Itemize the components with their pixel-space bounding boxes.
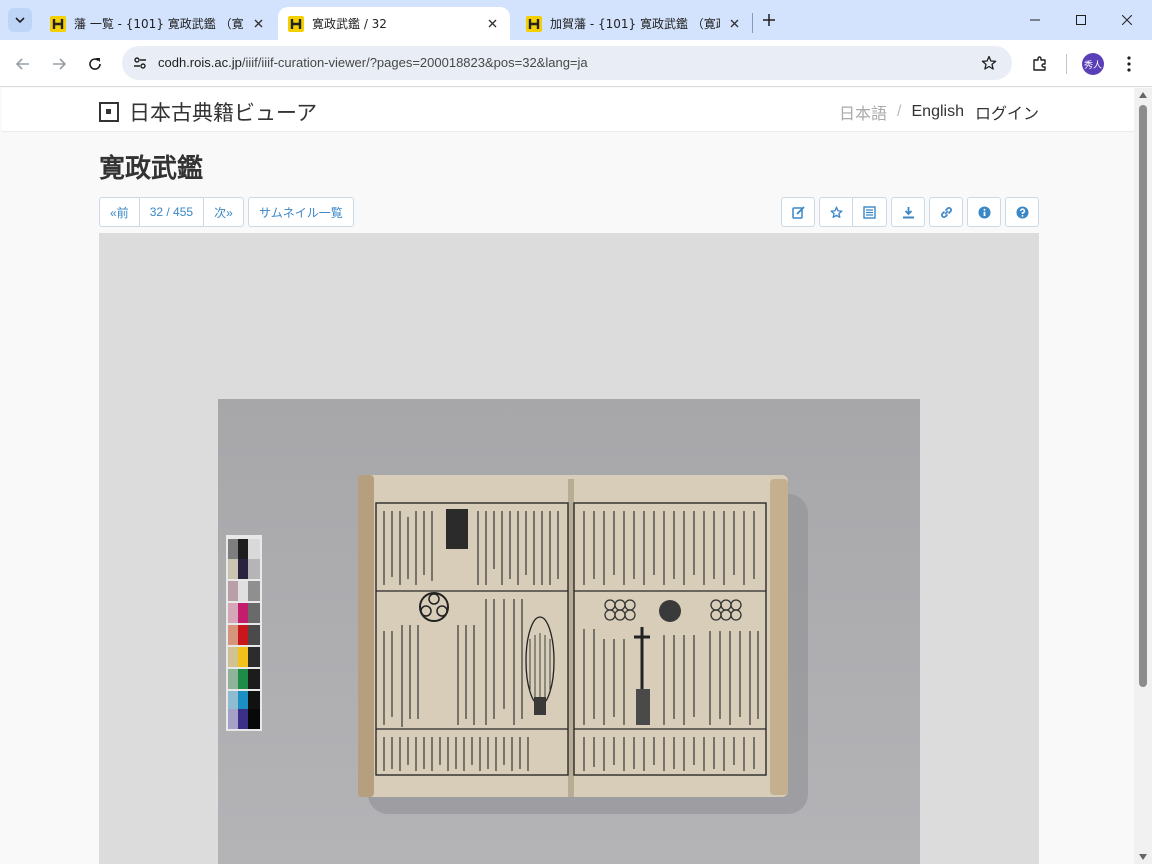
bookmark-button[interactable]: [978, 52, 1000, 74]
thumbnail-list-button[interactable]: サムネイル一覧: [248, 197, 354, 227]
site-brand-link[interactable]: 日本古典籍ビューア: [99, 97, 317, 127]
url-text: codh.rois.ac.jp/iiif/iiif-curation-viewe…: [158, 55, 588, 70]
book-photograph: [218, 399, 920, 864]
link-icon: [940, 206, 952, 218]
avatar: 秀人: [1082, 53, 1104, 75]
more-vertical-icon: [1127, 56, 1131, 72]
star-outline-icon: [829, 206, 843, 218]
toolbar-divider: [1066, 54, 1067, 74]
image-viewer[interactable]: [99, 233, 1039, 864]
star-outline-icon: [981, 55, 997, 70]
help-icon: [1016, 206, 1028, 218]
thumbnail-group: サムネイル一覧: [248, 197, 354, 227]
tab-kaga-han[interactable]: 加賀藩 - {101} 寛政武鑑 （寛政: [516, 7, 752, 40]
tab-title: 藩 一覧 - {101} 寛政武鑑 （寛政: [74, 17, 244, 31]
edit-icon: [791, 205, 805, 219]
viewer-logo-icon: [99, 102, 119, 122]
list-icon: [863, 205, 876, 219]
close-icon: [1122, 15, 1132, 25]
download-icon: [902, 206, 914, 218]
tab-han-list[interactable]: 藩 一覧 - {101} 寛政武鑑 （寛政: [40, 7, 276, 40]
back-button[interactable]: [9, 50, 37, 78]
site-favicon-icon: [288, 15, 304, 32]
plus-icon: [763, 14, 775, 26]
color-checker-chart: [226, 535, 262, 731]
page-indicator[interactable]: 32 / 455: [139, 197, 205, 227]
edit-button[interactable]: [781, 197, 815, 227]
close-window-button[interactable]: [1104, 0, 1150, 40]
tune-icon: [134, 57, 146, 69]
maximize-button[interactable]: [1058, 0, 1104, 40]
arrow-left-icon: [15, 58, 29, 70]
url-path: /iiif/iiif-curation-viewer/?pages=200018…: [241, 55, 588, 70]
url-host: codh.rois.ac.jp: [158, 55, 242, 70]
site-brand-name: 日本古典籍ビューア: [129, 102, 318, 125]
minimize-button[interactable]: [1012, 0, 1058, 40]
viewer-tools: [781, 197, 1039, 227]
scroll-up-arrow[interactable]: [1139, 92, 1147, 98]
scrollbar-thumb[interactable]: [1139, 105, 1147, 687]
site-nav-links: 日本語 / English ログイン: [839, 100, 1039, 124]
site-info-button[interactable]: [128, 51, 152, 75]
login-link[interactable]: ログイン: [975, 100, 1039, 124]
browser-toolbar: codh.rois.ac.jp/iiif/iiif-curation-viewe…: [0, 40, 1152, 87]
reload-icon: [89, 58, 101, 70]
puzzle-icon: [1033, 56, 1046, 71]
info-icon: [978, 206, 990, 218]
scroll-down-arrow[interactable]: [1139, 854, 1147, 860]
close-icon[interactable]: [484, 16, 500, 32]
maximize-icon: [1076, 15, 1086, 25]
info-button[interactable]: [967, 197, 1001, 227]
reload-button[interactable]: [81, 50, 109, 78]
close-icon[interactable]: [726, 16, 742, 32]
tab-title: 加賀藩 - {101} 寛政武鑑 （寛政: [550, 17, 720, 31]
favorite-button[interactable]: [819, 197, 853, 227]
lang-separator: /: [897, 103, 902, 120]
list-button[interactable]: [853, 197, 887, 227]
page-title: 寛政武鑑: [99, 153, 204, 183]
page-content: 日本古典籍ビューア 日本語 / English ログイン 寛政武鑑 «前 32 …: [2, 88, 1134, 864]
open-book: [358, 475, 788, 797]
profile-button[interactable]: 秀人: [1079, 50, 1107, 78]
arrow-right-icon: [53, 58, 67, 70]
address-bar[interactable]: codh.rois.ac.jp/iiif/iiif-curation-viewe…: [122, 46, 1012, 80]
download-button[interactable]: [891, 197, 925, 227]
tab-kansei-bukan[interactable]: 寛政武鑑 / 32: [278, 7, 510, 40]
book-scan-image: [218, 399, 920, 864]
tab-title: 寛政武鑑 / 32: [312, 17, 387, 31]
close-icon[interactable]: [250, 16, 266, 32]
help-button[interactable]: [1005, 197, 1039, 227]
forward-button[interactable]: [45, 50, 73, 78]
page-navigation: «前 32 / 455 次»: [99, 197, 244, 227]
tab-separator: [752, 13, 753, 33]
new-tab-button[interactable]: [758, 9, 780, 31]
next-page-button[interactable]: 次»: [204, 197, 244, 227]
prev-page-button[interactable]: «前: [99, 197, 140, 227]
site-navbar: 日本古典籍ビューア 日本語 / English ログイン: [2, 88, 1134, 132]
lang-japanese-link[interactable]: 日本語: [839, 100, 887, 124]
tab-strip: 藩 一覧 - {101} 寛政武鑑 （寛政 寛政武鑑 / 32 加賀藩 - {1…: [0, 0, 1152, 40]
site-favicon-icon: [50, 15, 66, 32]
minimize-icon: [1030, 19, 1040, 21]
lang-english-link[interactable]: English: [912, 103, 964, 121]
chevron-down-icon: [15, 17, 25, 24]
site-favicon-icon: [526, 15, 542, 32]
browser-menu-button[interactable]: [1115, 50, 1143, 78]
permalink-button[interactable]: [929, 197, 963, 227]
page-scrollbar[interactable]: [1134, 88, 1152, 864]
tab-search-button[interactable]: [8, 8, 32, 32]
extensions-button[interactable]: [1026, 50, 1054, 78]
